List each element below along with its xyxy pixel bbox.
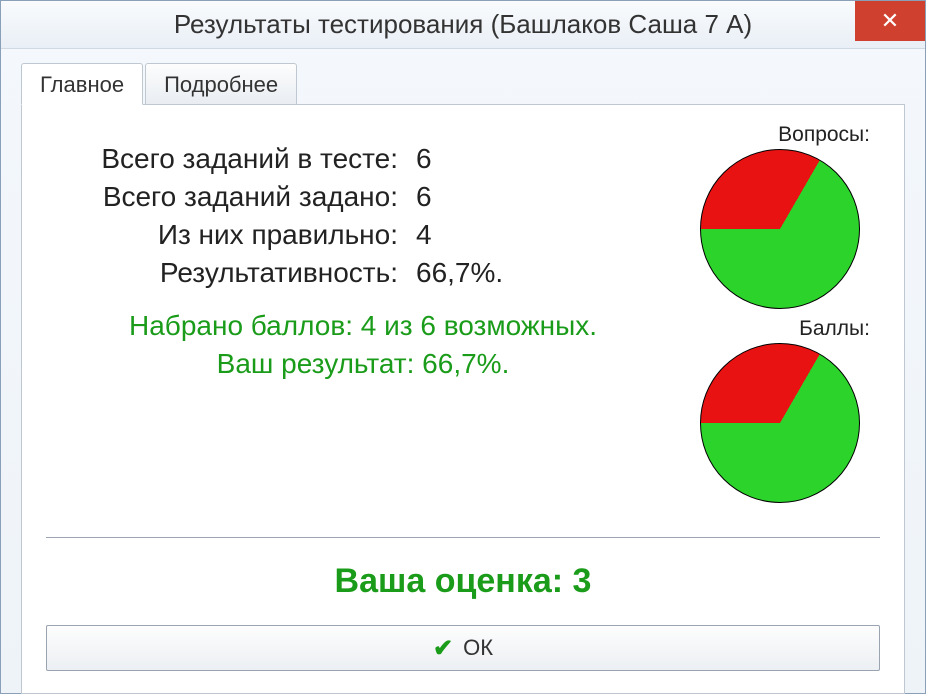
stats-block: Всего заданий в тесте: 6 Всего заданий з…	[46, 123, 680, 511]
stat-asked-value: 6	[416, 181, 432, 213]
stat-correct-label: Из них правильно:	[46, 219, 416, 251]
stat-asked-label: Всего заданий задано:	[46, 181, 416, 213]
pie-chart-questions	[700, 149, 860, 309]
ok-button[interactable]: ✔ ОК	[46, 625, 880, 671]
pie-chart-points	[700, 343, 860, 503]
score-block: Набрано баллов: 4 из 6 возможных. Ваш ре…	[46, 307, 680, 383]
stat-correct-value: 4	[416, 219, 432, 251]
tab-strip: Главное Подробнее	[21, 63, 925, 105]
charts-column: Вопросы: Баллы:	[680, 123, 880, 511]
score-line2: Ваш результат: 66,7%.	[46, 345, 680, 383]
close-button[interactable]: ✕	[855, 1, 925, 41]
grade-label: Ваша оценка: 3	[46, 562, 880, 601]
stat-eff-label: Результативность:	[46, 257, 416, 289]
divider	[46, 537, 880, 538]
chart-questions-title: Вопросы:	[680, 123, 880, 147]
close-icon: ✕	[881, 8, 899, 34]
titlebar: Результаты тестирования (Башлаков Саша 7…	[1, 1, 925, 49]
stat-total-value: 6	[416, 143, 432, 175]
dialog-window: Результаты тестирования (Башлаков Саша 7…	[0, 0, 926, 694]
chart-points-title: Баллы:	[680, 317, 880, 341]
ok-button-label: ОК	[463, 635, 493, 661]
check-icon: ✔	[433, 634, 453, 663]
window-title: Результаты тестирования (Башлаков Саша 7…	[174, 9, 752, 40]
stat-total-label: Всего заданий в тесте:	[46, 143, 416, 175]
stat-eff-value: 66,7%.	[416, 257, 503, 289]
tab-main[interactable]: Главное	[21, 63, 143, 105]
score-line1: Набрано баллов: 4 из 6 возможных.	[46, 307, 680, 345]
tab-panel-main: Всего заданий в тесте: 6 Всего заданий з…	[21, 104, 905, 694]
tab-details[interactable]: Подробнее	[145, 63, 297, 105]
